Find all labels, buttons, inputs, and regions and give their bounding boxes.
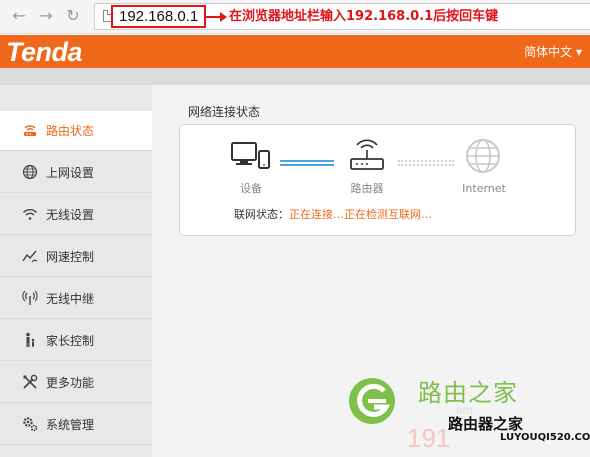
- sidebar-item-more-functions[interactable]: 更多功能: [0, 363, 152, 403]
- back-arrow-icon[interactable]: ←: [10, 7, 28, 25]
- watermark-domain: LUYOUQI520.COM: [500, 432, 590, 443]
- browser-toolbar: ← → ↻ 192.168.0.1 在浏览器地址栏输入192.168.0.1后按…: [0, 0, 590, 34]
- sidebar-item-wireless-settings[interactable]: 无线设置: [0, 195, 152, 235]
- device-icon: [231, 142, 270, 169]
- tools-icon: [23, 374, 38, 389]
- language-label: 简体中文: [524, 45, 573, 59]
- header-subbar: [0, 68, 590, 85]
- router-icon: [350, 139, 384, 170]
- router-label: 路由器: [350, 182, 384, 195]
- connection-status-value: 正在连接…正在检测互联网…: [289, 208, 432, 221]
- sidebar-item-internet-settings[interactable]: 上网设置: [0, 153, 152, 193]
- annotation-text: 在浏览器地址栏输入192.168.0.1后按回车键: [229, 9, 499, 24]
- reload-icon[interactable]: ↻: [64, 7, 82, 25]
- network-status-card: 设备 路由器 Internet 联网状态：正在连接…正在检测互联网…: [179, 124, 576, 236]
- device-router-link: [280, 160, 334, 166]
- sidebar-item-label: 无线中继: [46, 292, 95, 306]
- router-internet-link: [398, 160, 454, 166]
- speed-chart-icon: [22, 250, 38, 263]
- router-status-icon: [24, 125, 36, 136]
- tenda-logo: Tenda: [6, 37, 83, 67]
- sidebar-item-label: 更多功能: [46, 376, 95, 390]
- chevron-down-icon: ▾: [575, 45, 582, 59]
- section-title: 网络连接状态: [188, 105, 261, 119]
- connection-status: 联网状态：正在连接…正在检测互联网…: [234, 208, 432, 222]
- parent-child-icon: [26, 332, 35, 347]
- device-label: 设备: [240, 182, 262, 195]
- internet-globe-icon: [466, 139, 500, 173]
- annotation-arrow-icon: [205, 12, 227, 22]
- signal-relay-icon: [22, 290, 38, 305]
- watermark-logo-icon: [349, 378, 395, 424]
- globe-icon: [22, 164, 38, 180]
- gear-icon: [23, 417, 38, 432]
- app-header: Tenda 简体中文 ▾: [0, 35, 590, 68]
- internet-label: Internet: [462, 182, 506, 195]
- sidebar-item-speed-control[interactable]: 网速控制: [0, 237, 152, 277]
- sidebar-item-system-management[interactable]: 系统管理: [0, 405, 152, 445]
- sidebar-item-label: 家长控制: [46, 334, 95, 348]
- sidebar-item-parental-control[interactable]: 家长控制: [0, 321, 152, 361]
- sidebar-item-wireless-relay[interactable]: 无线中继: [0, 279, 152, 319]
- watermark-faded-number: 191: [407, 423, 451, 453]
- sidebar-item-label: 网速控制: [46, 250, 95, 264]
- wifi-icon: [22, 209, 38, 220]
- forward-arrow-icon[interactable]: →: [37, 7, 55, 25]
- sidebar-item-label: 系统管理: [46, 418, 95, 432]
- sidebar-item-label: 路由状态: [46, 124, 95, 138]
- sidebar-item-label: 无线设置: [46, 208, 95, 222]
- language-selector[interactable]: 简体中文 ▾: [524, 45, 582, 59]
- watermark-site-name2: 路由器之家: [448, 415, 524, 433]
- connection-status-label: 联网状态：: [234, 208, 289, 221]
- address-bar[interactable]: 192.168.0.1 在浏览器地址栏输入192.168.0.1后按回车键: [94, 3, 590, 30]
- sidebar: 路由状态 上网设置 无线设置 网速控制 无线中继 家长控制 更多功能 系统管理: [0, 85, 152, 457]
- url-text[interactable]: 192.168.0.1: [111, 5, 207, 28]
- sidebar-item-label: 上网设置: [46, 166, 95, 180]
- sidebar-item-router-status[interactable]: 路由状态: [0, 111, 152, 151]
